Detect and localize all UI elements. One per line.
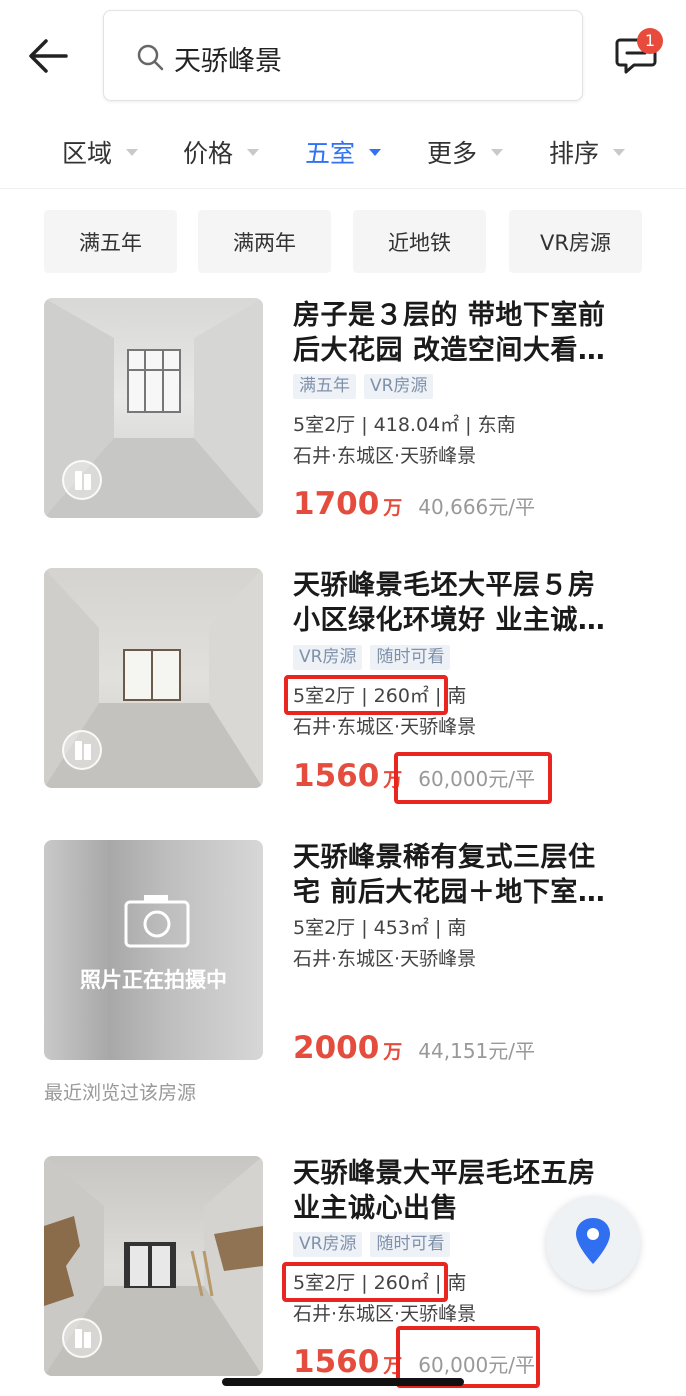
filter-label: 五室 [305, 139, 356, 168]
listing-tag: VR房源 [293, 645, 363, 670]
camera-icon [124, 895, 190, 948]
listing-card[interactable]: 房子是３层的 带地下室前 后大花园 改造空间大看… 满五年 VR房源 5室2厅 … [44, 298, 654, 528]
listing-photo [44, 298, 263, 518]
filter-label: 价格 [183, 139, 234, 168]
filter-label: 排序 [549, 139, 600, 168]
total-price: 2000 [293, 1030, 380, 1066]
listing-tag: 随时可看 [370, 645, 451, 670]
filter-rooms[interactable]: 五室 [305, 134, 382, 170]
map-button[interactable] [546, 1196, 640, 1290]
annotation-box [394, 752, 552, 804]
back-arrow-icon[interactable] [26, 36, 70, 76]
listing-address: 石井·东城区·天骄峰景 [293, 716, 477, 738]
listing-card[interactable]: 照片正在拍摄中 天骄峰景稀有复式三层住 宅 前后大花园＋地下室… 5室2厅 | … [44, 840, 654, 1070]
listing-address: 石井·东城区·天骄峰景 [293, 1303, 477, 1325]
caret-down-icon [369, 148, 382, 156]
quick-tag-two-years[interactable]: 满两年 [198, 210, 331, 273]
quick-tag-vr[interactable]: VR房源 [509, 210, 642, 273]
listing-address: 石井·东城区·天骄峰景 [293, 948, 477, 970]
listing-tag: 满五年 [293, 374, 356, 399]
message-badge: 1 [637, 28, 663, 54]
vr-icon [62, 460, 102, 500]
listing-photo [44, 568, 263, 788]
unit-price: 44,151元/平 [418, 1039, 536, 1063]
filter-label: 区域 [62, 139, 113, 168]
filter-region[interactable]: 区域 [62, 134, 139, 170]
listing-title: 房子是３层的 带地下室前 后大花园 改造空间大看… [293, 300, 606, 366]
caret-down-icon [491, 148, 504, 156]
top-bar: 天骄峰景 1 [0, 0, 686, 110]
quick-tag-near-metro[interactable]: 近地铁 [353, 210, 486, 273]
listing-title: 天骄峰景毛坯大平层５房 小区绿化环境好 业主诚… [293, 570, 606, 636]
listing-tag: VR房源 [293, 1232, 363, 1257]
search-icon [137, 44, 164, 71]
listing-specs: 5室2厅 | 418.04㎡ | 东南 [293, 414, 516, 436]
listing-tag: 随时可看 [370, 1232, 451, 1257]
listing-photo-placeholder: 照片正在拍摄中 [44, 840, 263, 1060]
unit-price: 40,666元/平 [418, 495, 536, 519]
search-query: 天骄峰景 [174, 46, 282, 77]
map-pin-icon [576, 1218, 610, 1264]
caret-down-icon [613, 148, 626, 156]
caret-down-icon [126, 148, 139, 156]
annotation-box [282, 1262, 448, 1302]
total-price: 1560 [293, 1344, 380, 1380]
price-unit: 万 [383, 1041, 403, 1063]
caret-down-icon [247, 148, 260, 156]
listing-title: 天骄峰景稀有复式三层住 宅 前后大花园＋地下室… [293, 842, 606, 908]
filter-bar: 区域 价格 五室 更多 排序 [0, 120, 686, 186]
divider [0, 188, 686, 189]
price-unit: 万 [383, 497, 403, 519]
photo-status-text: 照片正在拍摄中 [80, 968, 227, 992]
listing-specs: 5室2厅 | 453㎡ | 南 [293, 917, 467, 939]
total-price: 1560 [293, 758, 380, 794]
filter-more[interactable]: 更多 [427, 134, 504, 170]
filter-sort[interactable]: 排序 [549, 134, 626, 170]
listing-photo [44, 1156, 263, 1376]
quick-tag-five-years[interactable]: 满五年 [44, 210, 177, 273]
vr-icon [62, 1318, 102, 1358]
filter-label: 更多 [427, 139, 478, 168]
filter-price[interactable]: 价格 [183, 134, 260, 170]
listing-address: 石井·东城区·天骄峰景 [293, 445, 477, 467]
search-input[interactable]: 天骄峰景 [103, 10, 583, 101]
annotation-box [284, 675, 448, 715]
vr-icon [62, 730, 102, 770]
home-indicator [222, 1378, 464, 1386]
recent-view-note: 最近浏览过该房源 [44, 1082, 197, 1104]
listing-tag: VR房源 [364, 374, 434, 399]
total-price: 1700 [293, 486, 380, 522]
